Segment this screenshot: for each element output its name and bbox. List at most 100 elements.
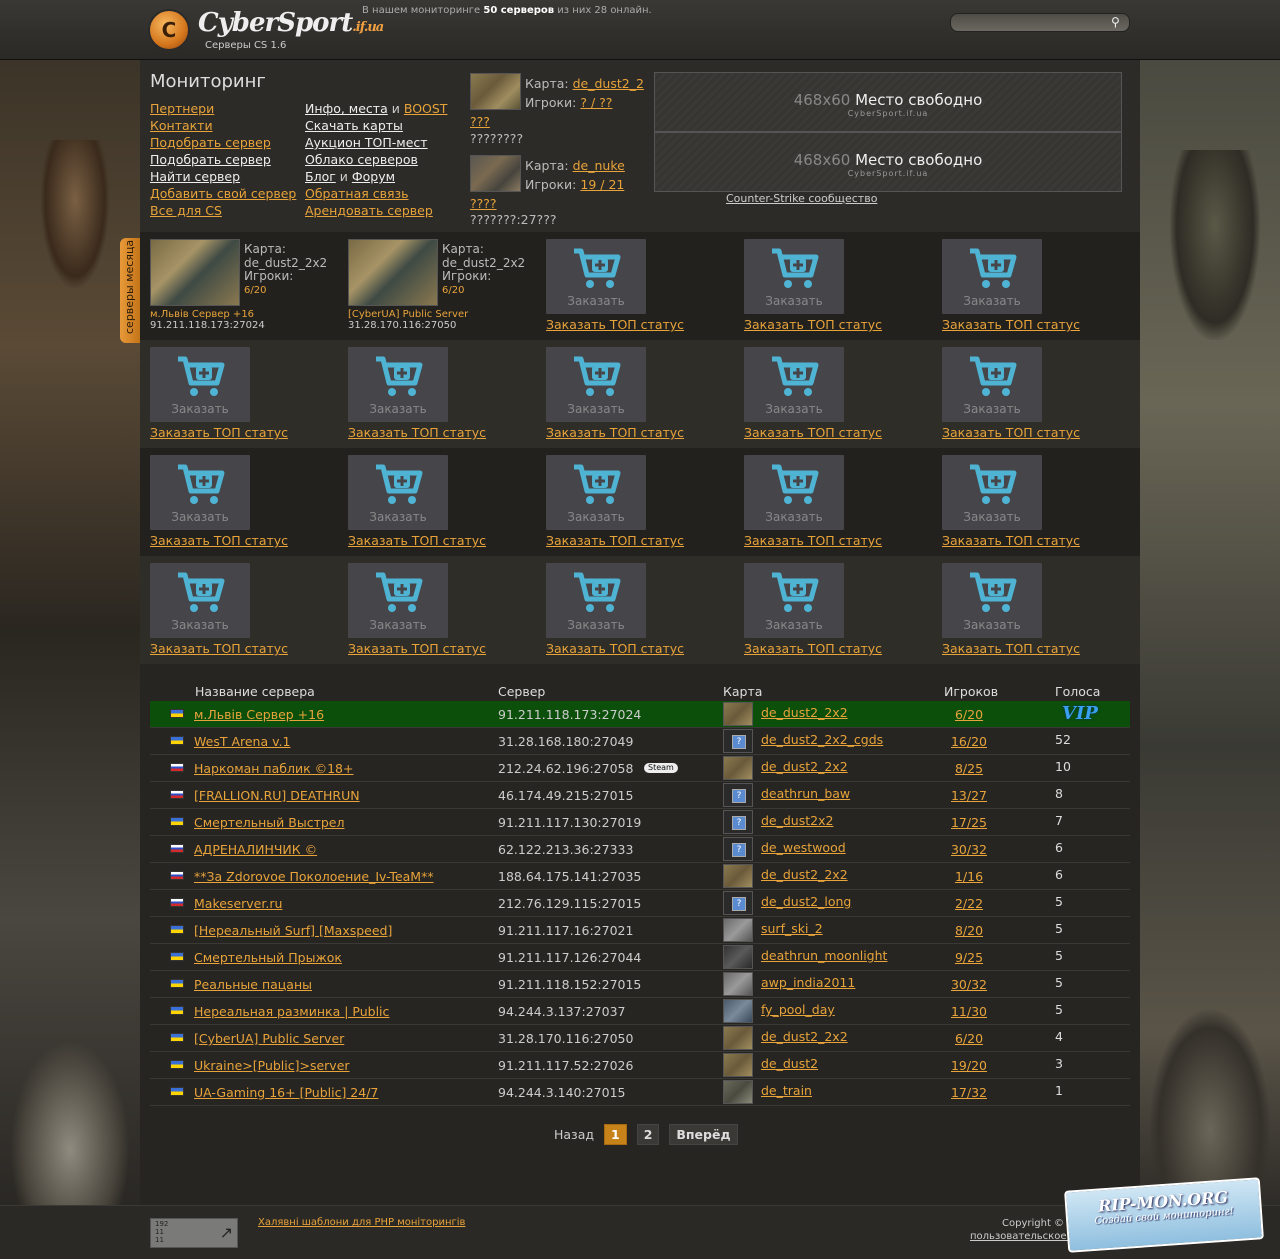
menu-boost-link[interactable]: BOOST — [404, 101, 448, 116]
menu-auction[interactable]: Аукцион ТОП-мест — [305, 134, 447, 151]
site-logo[interactable]: CyberSport.if.ua — [198, 8, 384, 38]
order-top-link[interactable]: Заказать ТОП статус — [942, 425, 1132, 440]
order-button[interactable]: Заказать — [546, 455, 646, 530]
server-name-link[interactable]: Смертельный Выстрел — [194, 815, 344, 830]
table-row[interactable]: [CyberUA] Public Server 31.28.170.116:270… — [150, 1025, 1130, 1052]
table-row[interactable]: Смертельный Выстрел 91.211.117.130:27019 d… — [150, 809, 1130, 836]
map-link[interactable]: deathrun_baw — [761, 786, 850, 801]
map-icon[interactable] — [723, 810, 753, 834]
order-button[interactable]: Заказать — [744, 563, 844, 638]
order-top-link[interactable]: Заказать ТОП статус — [150, 425, 340, 440]
menu-item[interactable]: Подобрать сервер — [150, 134, 296, 151]
order-top-link[interactable]: Заказать ТОП статус — [150, 641, 340, 656]
server-name-link[interactable]: [Нереальный Surf] [Maxspeed] — [194, 923, 392, 938]
order-top-link[interactable]: Заказать ТОП статус — [348, 425, 538, 440]
order-button[interactable]: Заказать — [942, 563, 1042, 638]
order-button[interactable]: Заказать — [942, 239, 1042, 314]
map-icon[interactable] — [723, 864, 753, 888]
order-top-link[interactable]: Заказать ТОП статус — [546, 533, 736, 548]
server-name-link[interactable]: Ukraine>[Public]>server — [194, 1058, 350, 1073]
ripmon-banner[interactable]: RIP-MON.ORG Создай свой мониторинг! — [1064, 1177, 1264, 1253]
players-link[interactable]: 13/27 — [950, 788, 988, 803]
map-link[interactable]: de_dust2_2x2 — [761, 867, 848, 882]
cs-community-link[interactable]: Counter-Strike сообщество — [726, 192, 877, 205]
server-name-link[interactable]: Смертельный Прыжок — [194, 950, 342, 965]
players-link[interactable]: 19/20 — [950, 1058, 988, 1073]
menu-item[interactable]: Добавить свой сервер — [150, 185, 296, 202]
order-top-link[interactable]: Заказать ТОП статус — [546, 425, 736, 440]
menu-item[interactable]: Все для CS — [150, 202, 296, 219]
map-link[interactable]: awp_india2011 — [761, 975, 855, 990]
players-link[interactable]: 9/25 — [950, 950, 988, 965]
menu-rent[interactable]: Арендовать сервер — [305, 202, 447, 219]
map-icon[interactable] — [723, 972, 753, 996]
featured-players-link[interactable]: ? / ?? — [580, 95, 612, 110]
map-icon[interactable] — [723, 918, 753, 942]
order-button[interactable]: Заказать — [546, 239, 646, 314]
table-row[interactable]: WesT Arena v.1 31.28.168.180:27049 de_dust… — [150, 728, 1130, 755]
menu-blog[interactable]: Блог — [305, 169, 336, 184]
logo-icon[interactable]: C — [148, 9, 190, 51]
map-icon[interactable] — [723, 702, 753, 726]
table-row[interactable]: [Нереальный Surf] [Maxspeed] 91.211.117.1… — [150, 917, 1130, 944]
table-row[interactable]: **За Zdorovoe Поколоение_Iv-TeaM** 188.64… — [150, 863, 1130, 890]
order-top-link[interactable]: Заказать ТОП статус — [150, 533, 340, 548]
map-icon[interactable] — [723, 756, 753, 780]
order-top-link[interactable]: Заказать ТОП статус — [546, 641, 736, 656]
map-link[interactable]: de_dust2_2x2 — [761, 705, 848, 720]
order-button[interactable]: Заказать — [348, 563, 448, 638]
server-name-link[interactable]: м.Львів Сервер +16 — [194, 707, 324, 722]
map-link[interactable]: de_dust2 — [761, 1056, 818, 1071]
order-top-link[interactable]: Заказать ТОП статус — [942, 317, 1132, 332]
ad-slot[interactable]: 468x60 Место свободно CyberSport.if.ua — [654, 72, 1122, 132]
menu-cloud[interactable]: Облако серверов — [305, 151, 447, 168]
players-link[interactable]: 2/22 — [950, 896, 988, 911]
map-icon[interactable] — [723, 891, 753, 915]
players-link[interactable]: 17/25 — [950, 815, 988, 830]
pager-page-2[interactable]: 2 — [636, 1124, 660, 1145]
menu-item[interactable]: Пертнери — [150, 100, 296, 117]
map-link[interactable]: de_train — [761, 1083, 812, 1098]
order-top-link[interactable]: Заказать ТОП статус — [744, 317, 934, 332]
menu-forum[interactable]: Форум — [352, 169, 395, 184]
players-link[interactable]: 1/16 — [950, 869, 988, 884]
server-name-link[interactable]: WesT Arena v.1 — [194, 734, 290, 749]
table-row[interactable]: Наркоман паблик ©18+ 212.24.62.196:27058 S… — [150, 755, 1130, 782]
search-icon[interactable]: ⚲ — [1111, 16, 1124, 29]
order-top-link[interactable]: Заказать ТОП статус — [942, 533, 1132, 548]
server-name-link[interactable]: [CyberUA] Public Server — [194, 1031, 344, 1046]
featured-map-link[interactable]: de_dust2_2 — [573, 76, 644, 91]
map-icon[interactable] — [723, 1053, 753, 1077]
month-servers-tab[interactable]: серверы месяца — [120, 238, 140, 343]
table-row[interactable]: Makeserver.ru 212.76.129.115:27015 de_dust… — [150, 890, 1130, 917]
map-link[interactable]: de_dust2_2x2 — [761, 1029, 848, 1044]
server-name-link[interactable]: Реальные пацаны — [194, 977, 312, 992]
order-button[interactable]: Заказать — [348, 455, 448, 530]
pager-page-1[interactable]: 1 — [604, 1124, 627, 1145]
order-top-link[interactable]: Заказать ТОП статус — [744, 425, 934, 440]
order-top-link[interactable]: Заказать ТОП статус — [942, 641, 1132, 656]
table-row[interactable]: UA-Gaming 16+ [Public] 24/7 94.244.3.140:… — [150, 1079, 1130, 1106]
table-row[interactable]: Ukraine>[Public]>server 91.211.117.52:270… — [150, 1052, 1130, 1079]
players-link[interactable]: 6/20 — [950, 707, 988, 722]
map-icon[interactable] — [723, 1080, 753, 1104]
map-link[interactable]: de_dust2_2x2 — [761, 759, 848, 774]
order-top-link[interactable]: Заказать ТОП статус — [744, 533, 934, 548]
server-name-link[interactable]: Нереальная разминка | Public — [194, 1004, 389, 1019]
players-link[interactable]: 17/32 — [950, 1085, 988, 1100]
map-thumbnail[interactable] — [348, 239, 438, 306]
order-button[interactable]: Заказать — [348, 347, 448, 422]
map-icon[interactable] — [723, 729, 753, 753]
order-button[interactable]: Заказать — [942, 455, 1042, 530]
server-name-link[interactable]: Makeserver.ru — [194, 896, 282, 911]
ad-slot[interactable]: 468x60 Место свободно CyberSport.if.ua — [654, 132, 1122, 192]
order-button[interactable]: Заказать — [150, 563, 250, 638]
templates-link[interactable]: Халявні шаблони для PHP моніторингів — [258, 1217, 465, 1228]
server-name-link[interactable]: м.Львів Сервер +16 — [150, 309, 340, 320]
players-link[interactable]: 16/20 — [950, 734, 988, 749]
players-link[interactable]: 8/25 — [950, 761, 988, 776]
order-button[interactable]: Заказать — [744, 455, 844, 530]
table-row[interactable]: Нереальная разминка | Public 94.244.3.137… — [150, 998, 1130, 1025]
server-name-link[interactable]: Наркоман паблик ©18+ — [194, 761, 354, 776]
map-icon[interactable] — [723, 783, 753, 807]
